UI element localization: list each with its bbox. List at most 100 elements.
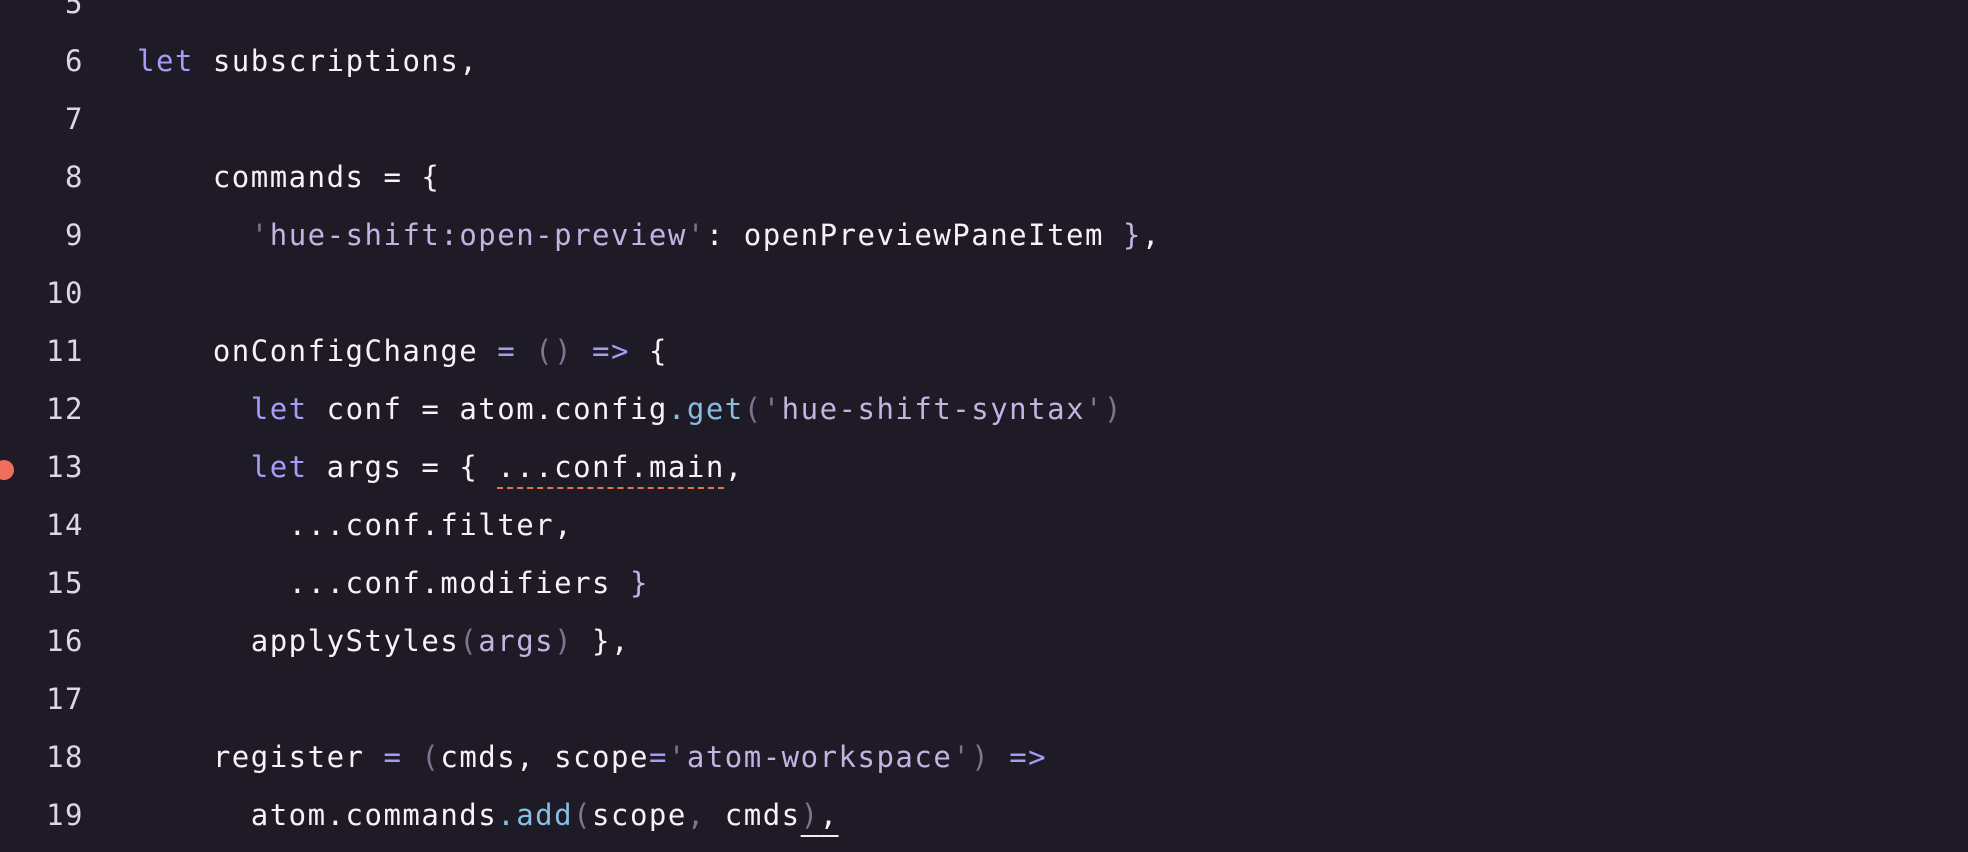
- code-token: ,: [724, 450, 744, 484]
- code-line[interactable]: 14 ...conf.filter,: [0, 496, 1968, 554]
- code-token: scope: [592, 798, 687, 832]
- code-line[interactable]: 5: [0, 0, 1968, 32]
- code-token: {: [648, 334, 668, 368]
- line-code[interactable]: 'hue-shift:open-preview': openPreviewPan…: [137, 218, 1161, 252]
- code-token: .: [667, 392, 687, 426]
- code-token: ...conf.modifiers: [137, 566, 630, 600]
- line-gutter[interactable]: 14: [0, 496, 96, 554]
- code-line[interactable]: 16 applyStyles(args) },: [0, 612, 1968, 670]
- line-gutter[interactable]: 18: [0, 728, 96, 786]
- line-code[interactable]: ...conf.filter,: [137, 508, 573, 542]
- lint-warning-token: ...conf.main: [497, 450, 725, 484]
- line-gutter[interactable]: 8: [0, 148, 96, 206]
- code-token: }: [1122, 218, 1142, 252]
- code-token: applyStyles: [137, 624, 460, 658]
- code-token: args = {: [307, 450, 498, 484]
- code-editor[interactable]: 5 6 let subscriptions, 7 8 commands = {9 'hu…: [0, 0, 1968, 852]
- code-token: ': [667, 740, 687, 774]
- code-line[interactable]: 17: [0, 670, 1968, 728]
- code-token: atom.commands: [137, 798, 498, 832]
- line-code[interactable]: let conf = atom.config.get('hue-shift-sy…: [137, 392, 1123, 426]
- line-number: 19: [46, 798, 84, 832]
- line-gutter[interactable]: 9: [0, 206, 96, 264]
- code-token: commands: [137, 160, 365, 194]
- line-code[interactable]: ...conf.modifiers }: [137, 566, 649, 600]
- line-code[interactable]: applyStyles(args) },: [137, 624, 630, 658]
- code-token: ': [686, 218, 706, 252]
- line-gutter[interactable]: 19: [0, 786, 96, 844]
- code-token: ,: [686, 798, 725, 832]
- code-line[interactable]: 6 let subscriptions,: [0, 32, 1968, 90]
- code-token: register: [137, 740, 365, 774]
- code-token: hue-shift:open-preview: [269, 218, 687, 252]
- line-gutter[interactable]: 12: [0, 380, 96, 438]
- line-gutter[interactable]: 5: [0, 0, 96, 32]
- line-number: 5: [65, 0, 84, 20]
- line-gutter[interactable]: 7: [0, 90, 96, 148]
- code-token: },: [573, 624, 630, 658]
- line-gutter[interactable]: 6: [0, 32, 96, 90]
- code-token: (): [535, 334, 574, 368]
- code-line[interactable]: 7: [0, 90, 1968, 148]
- line-code[interactable]: register = (cmds, scope='atom-workspace'…: [137, 740, 1047, 774]
- line-number: 17: [46, 682, 84, 716]
- line-gutter[interactable]: 16: [0, 612, 96, 670]
- line-code[interactable]: let args = { ...conf.main,: [137, 450, 744, 484]
- code-token: '): [1085, 392, 1123, 426]
- code-token: ,: [819, 798, 839, 832]
- code-line[interactable]: 10: [0, 264, 1968, 322]
- code-token: ,: [1141, 218, 1161, 252]
- code-line[interactable]: 11 onConfigChange = () => {: [0, 322, 1968, 380]
- line-number: 9: [65, 218, 84, 252]
- line-number: 12: [46, 392, 84, 426]
- code-token: '): [952, 740, 991, 774]
- code-token: ): [554, 624, 574, 658]
- code-line[interactable]: 12 let conf = atom.config.get('hue-shift…: [0, 380, 1968, 438]
- line-gutter[interactable]: 10: [0, 264, 96, 322]
- code-token: =>: [990, 740, 1048, 774]
- code-line[interactable]: 19 atom.commands.add(scope, cmds),: [0, 786, 1968, 844]
- code-token: (': [743, 392, 782, 426]
- code-token: (: [421, 740, 441, 774]
- code-token: {: [421, 160, 441, 194]
- line-number: 6: [65, 44, 84, 78]
- code-token: get: [686, 392, 744, 426]
- code-line[interactable]: 9 'hue-shift:open-preview': openPreviewP…: [0, 206, 1968, 264]
- code-token: let: [250, 450, 308, 484]
- code-token: }: [629, 566, 649, 600]
- code-token: onConfigChange: [137, 334, 479, 368]
- line-number: 14: [46, 508, 84, 542]
- line-number: 7: [65, 102, 84, 136]
- code-line[interactable]: 13 let args = { ...conf.main,: [0, 438, 1968, 496]
- line-code[interactable]: let subscriptions,: [137, 44, 478, 78]
- code-token: =: [478, 334, 536, 368]
- code-token: =>: [573, 334, 649, 368]
- code-line[interactable]: 18 register = (cmds, scope='atom-workspa…: [0, 728, 1968, 786]
- code-token: args: [478, 624, 555, 658]
- code-token: .add: [497, 798, 574, 832]
- code-token: (: [459, 624, 479, 658]
- line-number: 13: [46, 450, 84, 484]
- code-token: cmds, scope: [440, 740, 649, 774]
- code-token: hue-shift-syntax: [781, 392, 1086, 426]
- line-gutter[interactable]: 13: [0, 438, 96, 496]
- code-line[interactable]: 8 commands = {: [0, 148, 1968, 206]
- code-token: =: [364, 740, 422, 774]
- code-line[interactable]: 15 ...conf.modifiers }: [0, 554, 1968, 612]
- code-token: ': [250, 218, 270, 252]
- breakpoint-dot-icon[interactable]: [0, 460, 14, 480]
- line-number: 11: [46, 334, 84, 368]
- line-code[interactable]: commands = {: [137, 160, 440, 194]
- line-code[interactable]: atom.commands.add(scope, cmds),: [137, 798, 839, 832]
- line-number: 18: [46, 740, 84, 774]
- code-token: cmds: [724, 798, 801, 832]
- code-token: (: [573, 798, 593, 832]
- line-gutter[interactable]: 17: [0, 670, 96, 728]
- line-gutter[interactable]: 15: [0, 554, 96, 612]
- line-gutter[interactable]: 11: [0, 322, 96, 380]
- code-token: let: [250, 392, 308, 426]
- code-token: ...conf.filter,: [137, 508, 574, 542]
- line-code[interactable]: onConfigChange = () => {: [137, 334, 668, 368]
